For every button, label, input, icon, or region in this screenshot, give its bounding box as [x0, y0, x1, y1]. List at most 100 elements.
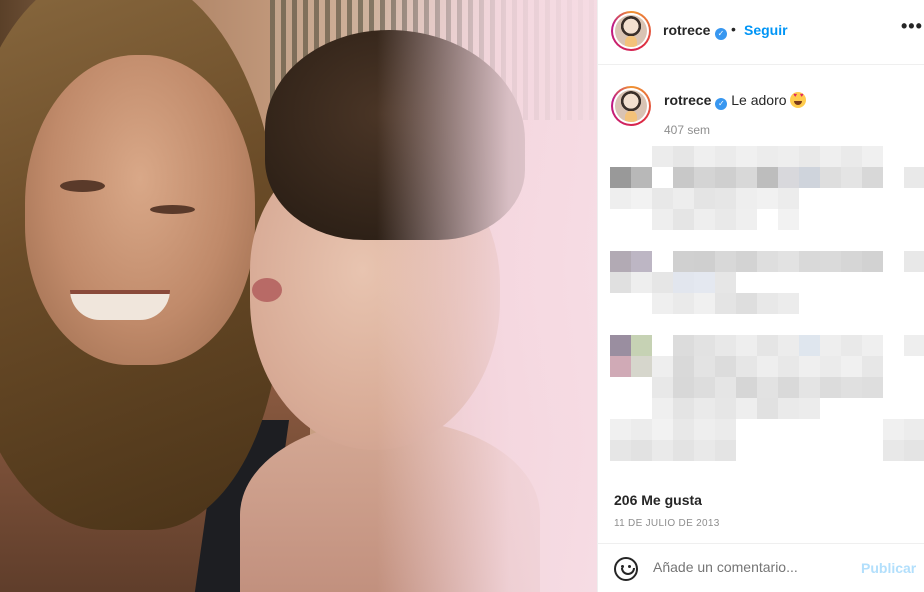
pixelated-block: [610, 167, 631, 188]
pixelated-block: [652, 440, 673, 461]
woman-eye: [60, 180, 105, 192]
pixelated-block: [631, 251, 652, 272]
pixelated-block: [757, 167, 778, 188]
pixelated-block: [841, 251, 862, 272]
pixelated-block: [904, 440, 924, 461]
more-options-icon[interactable]: •••: [901, 16, 923, 37]
caption-timestamp[interactable]: 407 sem: [664, 123, 710, 137]
pixelated-block: [652, 272, 673, 293]
pixelated-block: [820, 356, 841, 377]
pixelated-block: [715, 293, 736, 314]
pixelated-block: [694, 272, 715, 293]
pixelated-block: [820, 335, 841, 356]
pixelated-block: [757, 293, 778, 314]
pixelated-block: [610, 419, 631, 440]
pixelated-block: [610, 272, 631, 293]
pixelated-block: [904, 251, 924, 272]
pixelated-block: [820, 146, 841, 167]
pixelated-block: [799, 251, 820, 272]
pixelated-block: [820, 377, 841, 398]
pixelated-block: [673, 419, 694, 440]
pixelated-block: [673, 293, 694, 314]
pixelated-block: [673, 377, 694, 398]
pixelated-block: [694, 356, 715, 377]
pixelated-block: [610, 335, 631, 356]
pixelated-block: [631, 419, 652, 440]
avatar[interactable]: [611, 11, 651, 51]
pixelated-block: [862, 356, 883, 377]
pixelated-block: [778, 146, 799, 167]
pixelated-block: [862, 335, 883, 356]
post-date[interactable]: 11 DE JULIO DE 2013: [614, 518, 720, 529]
post-header: rotrece ✓ • Seguir •••: [598, 0, 924, 65]
heart-eyes-emoji-icon: [790, 92, 807, 108]
header-username[interactable]: rotrece ✓: [663, 22, 727, 40]
pixelated-block: [694, 146, 715, 167]
pixelated-block: [610, 251, 631, 272]
pixelated-block: [757, 335, 778, 356]
pixelated-block: [799, 398, 820, 419]
pixelated-block: [652, 356, 673, 377]
pixelated-block: [694, 377, 715, 398]
pixelated-block: [736, 377, 757, 398]
post-photo[interactable]: [0, 0, 597, 592]
boy-lips: [252, 278, 282, 302]
pixelated-block: [652, 377, 673, 398]
pixelated-block: [736, 293, 757, 314]
pixelated-block: [841, 377, 862, 398]
woman-eye: [150, 205, 195, 214]
pixelated-block: [673, 209, 694, 230]
pixelated-block: [778, 293, 799, 314]
pixelated-block: [715, 272, 736, 293]
pixelated-block: [778, 356, 799, 377]
pixelated-block: [778, 188, 799, 209]
pixelated-block: [673, 251, 694, 272]
pixelated-block: [652, 398, 673, 419]
pixelated-block: [631, 188, 652, 209]
likes-count[interactable]: 206 Me gusta: [614, 492, 702, 508]
pixelated-block: [904, 167, 924, 188]
username[interactable]: rotrece: [663, 22, 710, 38]
pixelated-block: [610, 356, 631, 377]
pixelated-block: [736, 398, 757, 419]
pixelated-block: [631, 440, 652, 461]
publish-button[interactable]: Publicar: [861, 560, 916, 576]
caption-area: rotrece ✓ Le adoro 407 sem: [598, 66, 924, 486]
pixelated-block: [694, 440, 715, 461]
pixelated-block: [841, 356, 862, 377]
post-side-panel: rotrece ✓ • Seguir ••• rotrece ✓ Le ador…: [597, 0, 924, 592]
pixelated-block: [715, 356, 736, 377]
pixelated-block: [673, 356, 694, 377]
pixelated-block: [610, 440, 631, 461]
verified-icon: ✓: [714, 28, 727, 40]
pixelated-block: [862, 146, 883, 167]
pixelated-block: [778, 377, 799, 398]
pixelated-block: [694, 209, 715, 230]
pixelated-block: [799, 356, 820, 377]
woman-smile: [70, 290, 170, 320]
pixelated-block: [736, 251, 757, 272]
pixelated-block: [715, 209, 736, 230]
pixelated-block: [715, 440, 736, 461]
comment-bar: Publicar: [598, 543, 924, 592]
pixelated-block: [841, 167, 862, 188]
follow-button[interactable]: Seguir: [744, 22, 788, 38]
emoji-smile-icon[interactable]: [614, 557, 638, 581]
pixelated-block: [778, 167, 799, 188]
pixelated-block: [673, 398, 694, 419]
pixelated-block: [820, 251, 841, 272]
comment-input[interactable]: [653, 559, 843, 575]
pixelated-block: [736, 356, 757, 377]
pixelated-block: [799, 167, 820, 188]
pixelated-block: [883, 440, 904, 461]
caption-avatar[interactable]: [611, 86, 651, 126]
pixelated-block: [715, 335, 736, 356]
caption-text: rotrece ✓ Le adoro: [664, 92, 807, 110]
pixelated-block: [778, 335, 799, 356]
pixelated-block: [862, 167, 883, 188]
pixelated-block: [715, 419, 736, 440]
caption-username[interactable]: rotrece: [664, 92, 711, 108]
pixelated-block: [673, 272, 694, 293]
pixelated-block: [883, 419, 904, 440]
pixelated-block: [757, 377, 778, 398]
